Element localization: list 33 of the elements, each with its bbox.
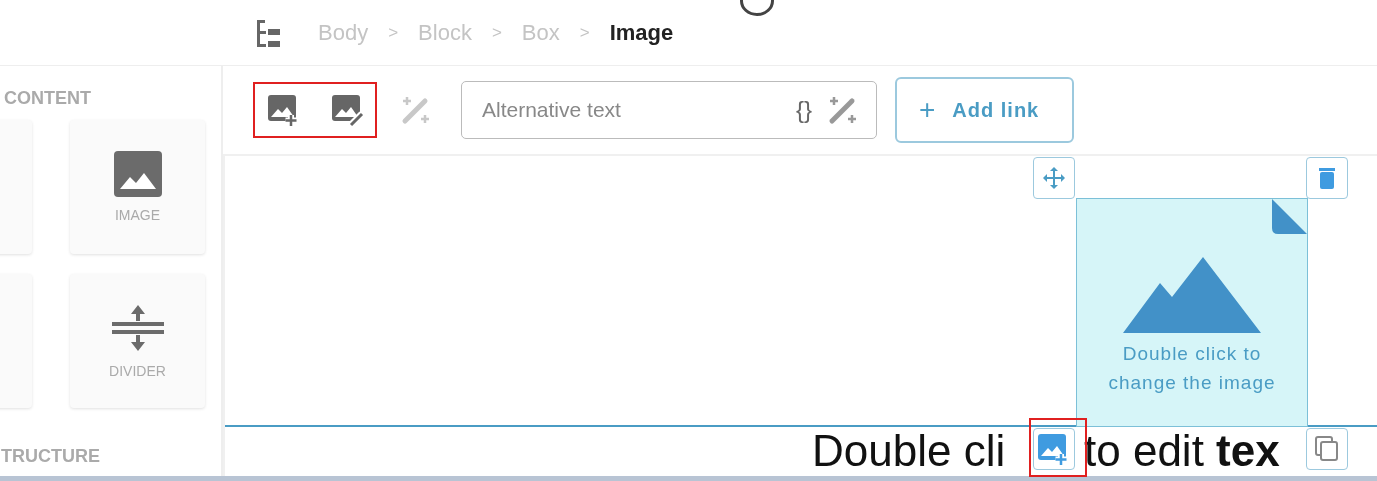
card-label: IMAGE <box>114 207 161 223</box>
breadcrumb-item[interactable]: Body <box>318 19 369 46</box>
alt-text-field[interactable]: Alternative text {} <box>461 81 877 139</box>
delete-button[interactable] <box>1306 157 1348 199</box>
image-icon <box>113 151 162 197</box>
edit-image-button[interactable] <box>331 93 365 127</box>
chevron-separator: > <box>491 22 502 43</box>
add-image-button[interactable] <box>1033 428 1075 470</box>
add-link-button[interactable]: + Add link <box>895 77 1074 143</box>
trash-icon <box>1319 167 1335 189</box>
folded-corner-icon <box>1272 199 1307 234</box>
tree-icon <box>254 17 282 48</box>
image-pencil-icon <box>331 93 365 127</box>
variable-button[interactable]: {} <box>795 96 812 124</box>
copy-button[interactable] <box>1306 428 1348 470</box>
move-icon <box>1042 166 1066 190</box>
text-block[interactable]: Double cli <box>812 427 1084 475</box>
divider-icon <box>111 303 164 353</box>
image-placeholder[interactable]: Double click to change the image <box>1076 198 1308 427</box>
breadcrumb-item[interactable]: Image <box>609 19 674 46</box>
mountain-icon <box>1123 257 1261 333</box>
image-hint: Double click to change the image <box>1107 342 1277 395</box>
breadcrumb-item[interactable]: Block <box>418 19 472 46</box>
block-card[interactable]: IMAGE <box>70 120 205 254</box>
copy-icon <box>1315 436 1339 462</box>
chevron-separator: > <box>388 22 399 43</box>
chevron-separator: > <box>579 22 590 43</box>
section-title: TRUCTURE <box>1 446 101 468</box>
move-handle[interactable] <box>1033 157 1075 199</box>
card-label: DIVIDER <box>109 363 166 379</box>
section-title: CONTENT <box>4 88 92 110</box>
block-card[interactable]: DIVIDER <box>70 274 205 408</box>
breadcrumb-item[interactable]: Box <box>521 19 560 46</box>
